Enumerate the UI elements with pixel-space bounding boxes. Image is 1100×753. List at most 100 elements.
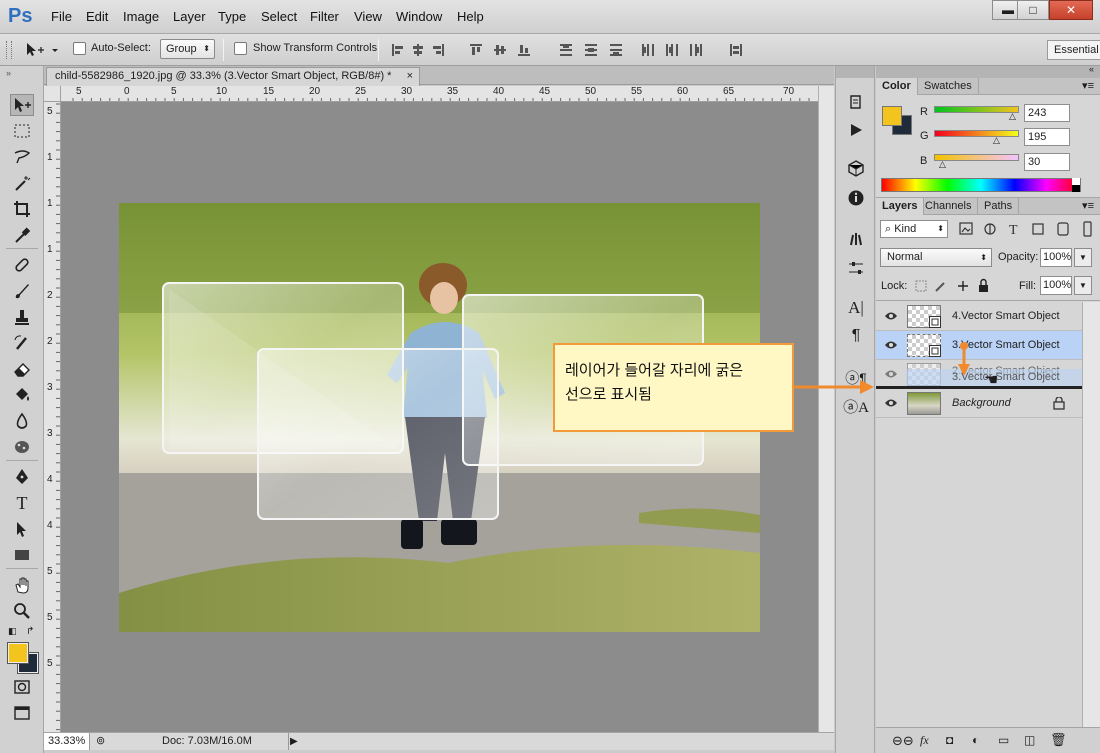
hand-tool-icon[interactable]: [10, 574, 34, 596]
screen-mode-icon[interactable]: [10, 702, 34, 724]
layer-style-icon[interactable]: fx: [920, 733, 929, 748]
pen-tool-icon[interactable]: [10, 466, 34, 488]
layers-scrollbar[interactable]: [1082, 302, 1100, 727]
info-panel-icon[interactable]: [845, 188, 867, 208]
default-colors-icon[interactable]: ◧: [8, 626, 17, 637]
eyedropper-tool-icon[interactable]: [10, 224, 34, 246]
opacity-dropdown-icon[interactable]: ▼: [1074, 248, 1092, 267]
color-spectrum-bar[interactable]: [881, 178, 1081, 192]
show-transform-checkbox[interactable]: [234, 42, 247, 55]
magic-wand-tool-icon[interactable]: [10, 172, 34, 194]
menu-view[interactable]: View: [354, 9, 382, 24]
document-tab[interactable]: child-5582986_1920.jpg @ 33.3% (3.Vector…: [46, 67, 420, 86]
status-info-icon[interactable]: ⊚: [96, 734, 105, 747]
swap-colors-icon[interactable]: ↱: [26, 626, 34, 637]
history-brush-tool-icon[interactable]: [10, 332, 34, 354]
collapse-panels-icon[interactable]: «: [1089, 64, 1094, 74]
move-tool-icon[interactable]: [10, 94, 34, 116]
foreground-color-swatch[interactable]: [7, 642, 29, 664]
horizontal-ruler[interactable]: 5 0 5 10 15 20 25 30 35 40 45 50 55 60 6…: [61, 86, 818, 102]
blue-slider-thumb-icon[interactable]: △: [939, 159, 946, 170]
layer-name[interactable]: 4.Vector Smart Object: [952, 310, 1060, 322]
fill-dropdown-icon[interactable]: ▼: [1074, 276, 1092, 295]
maximize-button[interactable]: □: [1017, 0, 1049, 20]
green-slider[interactable]: [934, 130, 1019, 137]
3d-panel-icon[interactable]: [845, 158, 867, 178]
tab-channels[interactable]: Channels: [919, 198, 979, 215]
grip-handle[interactable]: [6, 41, 12, 59]
sponge-tool-icon[interactable]: [10, 436, 34, 458]
panel-menu-icon[interactable]: ▾≡: [1082, 199, 1094, 212]
adjustment-layer-icon[interactable]: ◐: [972, 733, 979, 747]
crop-tool-icon[interactable]: [10, 198, 34, 220]
panel-menu-icon[interactable]: ▾≡: [1082, 79, 1094, 92]
menu-file[interactable]: File: [51, 9, 72, 24]
blue-value-input[interactable]: 30: [1024, 153, 1070, 171]
clone-stamp-tool-icon[interactable]: [10, 306, 34, 328]
menu-type[interactable]: Type: [218, 9, 246, 24]
layer-filter-icons[interactable]: T: [958, 221, 1100, 237]
menu-layer[interactable]: Layer: [173, 9, 206, 24]
menu-filter[interactable]: Filter: [310, 9, 339, 24]
lasso-tool-icon[interactable]: [10, 146, 34, 168]
eraser-tool-icon[interactable]: [10, 358, 34, 380]
collapse-icon[interactable]: »: [6, 68, 11, 78]
character-panel-icon[interactable]: A|: [845, 298, 867, 318]
actions-panel-icon[interactable]: [845, 120, 867, 140]
path-selection-tool-icon[interactable]: [10, 518, 34, 540]
tab-swatches[interactable]: Swatches: [918, 78, 979, 95]
black-white-swatch[interactable]: [1072, 178, 1080, 192]
blend-mode-dropdown[interactable]: Normal ⬍: [880, 248, 992, 267]
status-menu-arrow-icon[interactable]: ▶: [290, 733, 298, 750]
auto-select-checkbox[interactable]: [73, 42, 86, 55]
green-slider-thumb-icon[interactable]: △: [993, 135, 1000, 146]
zoom-tool-icon[interactable]: [10, 600, 34, 622]
type-tool-icon[interactable]: T: [10, 492, 34, 514]
filter-kind-dropdown[interactable]: ⌕ Kind ⬍: [880, 220, 948, 238]
blur-tool-icon[interactable]: [10, 410, 34, 432]
red-value-input[interactable]: 243: [1024, 104, 1070, 122]
auto-select-dropdown[interactable]: Group ⬍: [160, 39, 215, 59]
lock-options-icons[interactable]: [914, 278, 994, 294]
ruler-origin[interactable]: [44, 86, 61, 102]
tab-color[interactable]: Color: [876, 78, 918, 95]
red-slider[interactable]: [934, 106, 1019, 113]
quick-mask-icon[interactable]: [10, 676, 34, 698]
red-slider-thumb-icon[interactable]: △: [1009, 111, 1016, 122]
visibility-eye-icon[interactable]: [884, 310, 898, 322]
link-layers-icon[interactable]: ⊖⊖: [892, 733, 914, 749]
blue-slider[interactable]: [934, 154, 1019, 161]
close-tab-icon[interactable]: ×: [407, 68, 413, 85]
new-layer-icon[interactable]: ◫: [1024, 733, 1035, 747]
opacity-input[interactable]: 100%: [1040, 248, 1072, 267]
move-tool-preset-icon[interactable]: [24, 42, 58, 58]
fill-input[interactable]: 100%: [1040, 276, 1072, 295]
menu-window[interactable]: Window: [396, 9, 442, 24]
marquee-tool-icon[interactable]: [10, 120, 34, 142]
history-panel-icon[interactable]: [845, 92, 867, 112]
paint-bucket-tool-icon[interactable]: [10, 384, 34, 406]
new-group-icon[interactable]: ▭: [998, 733, 1009, 747]
zoom-field[interactable]: 33.33%: [44, 733, 90, 750]
adjustments-panel-icon[interactable]: [845, 258, 867, 278]
menu-help[interactable]: Help: [457, 9, 484, 24]
vertical-scrollbar[interactable]: [818, 86, 834, 732]
tab-paths[interactable]: Paths: [978, 198, 1020, 215]
close-button[interactable]: ✕: [1049, 0, 1093, 20]
add-mask-icon[interactable]: ◘: [946, 733, 953, 747]
menu-edit[interactable]: Edit: [86, 9, 108, 24]
tab-layers[interactable]: Layers: [876, 198, 925, 215]
workspace-switcher[interactable]: Essential: [1047, 40, 1100, 60]
trash-icon[interactable]: 🗑: [1050, 732, 1067, 748]
layer-row[interactable]: 4.Vector Smart Object: [876, 302, 1082, 331]
align-distribute-icons[interactable]: [390, 42, 750, 58]
menu-select[interactable]: Select: [261, 9, 297, 24]
color-panel-foreground-swatch[interactable]: [882, 106, 902, 126]
menu-image[interactable]: Image: [123, 9, 159, 24]
green-value-input[interactable]: 195: [1024, 128, 1070, 146]
healing-brush-tool-icon[interactable]: [10, 254, 34, 276]
vertical-ruler[interactable]: 5 1 1 1 2 2 3 3 4 4 5 5 5: [44, 102, 61, 732]
rectangle-tool-icon[interactable]: [10, 544, 34, 566]
brush-presets-icon[interactable]: [845, 228, 867, 248]
brush-tool-icon[interactable]: [10, 280, 34, 302]
